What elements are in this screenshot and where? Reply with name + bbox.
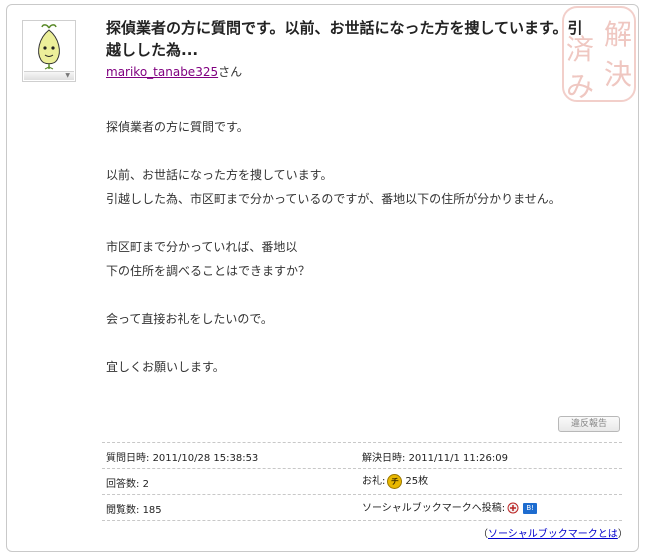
asked-date: 質問日時: 2011/10/28 15:38:53 <box>106 449 258 464</box>
resolved-date: 解決日時: 2011/11/1 11:26:09 <box>362 449 508 464</box>
body-line: 市区町まで分かっていれば、番地以 <box>106 240 298 254</box>
paren-open: （ <box>478 529 488 540</box>
info-row: 質問日時: 2011/10/28 15:38:53 解決日時: 2011/11/… <box>102 442 622 468</box>
report-button[interactable]: 違反報告 <box>558 416 620 432</box>
reward-label: お礼: <box>362 476 386 487</box>
chiebukuro-coin-icon: チ <box>387 473 403 489</box>
hatena-bookmark-icon[interactable]: B! <box>523 502 538 514</box>
view-count: 閲覧数: 185 <box>106 501 162 516</box>
body-spacer <box>106 283 616 307</box>
social-bookmark: ソーシャルブックマークへ投稿: B! <box>362 499 538 514</box>
avatar-character-icon <box>38 24 60 70</box>
social-label: ソーシャルブックマークへ投稿: <box>362 503 506 514</box>
paren-close: ） <box>617 529 628 540</box>
yahoo-bookmark-icon[interactable] <box>507 502 519 514</box>
social-bookmark-help: （ソーシャルブックマークとは） <box>478 525 628 540</box>
answers-value: 2 <box>142 479 149 490</box>
views-label: 閲覧数: <box>106 505 140 516</box>
asker-line: mariko_tanabe325さん <box>106 63 242 80</box>
views-value: 185 <box>142 505 162 516</box>
avatar-menu-toggle[interactable]: ▼ <box>24 71 74 80</box>
body-spacer <box>106 139 616 163</box>
asker-name-link[interactable]: mariko_tanabe325 <box>106 65 218 79</box>
asked-value: 2011/10/28 15:38:53 <box>152 453 259 464</box>
resolved-value: 2011/11/1 11:26:09 <box>408 453 508 464</box>
info-row: 回答数: 2 お礼: チ 25枚 <box>102 468 622 494</box>
reward-value: 25枚 <box>405 476 429 487</box>
info-row: 閲覧数: 185 ソーシャルブックマークへ投稿: B! <box>102 494 622 521</box>
social-bookmark-help-link[interactable]: ソーシャルブックマークとは <box>488 529 618 540</box>
body-line: 以前、お世話になった方を捜しています。 <box>106 168 333 182</box>
asked-label: 質問日時: <box>106 453 150 464</box>
asker-suffix: さん <box>218 65 243 79</box>
body-line: 会って直接お礼をしたいので。 <box>106 312 273 326</box>
question-info-table: 質問日時: 2011/10/28 15:38:53 解決日時: 2011/11/… <box>102 442 622 521</box>
resolved-label: 解決日時: <box>362 453 406 464</box>
question-title: 探偵業者の方に質問です。以前、お世話になった方を捜しています。引越しした為... <box>106 19 583 59</box>
answers-label: 回答数: <box>106 479 140 490</box>
caret-down-icon: ▼ <box>65 72 70 79</box>
body-line: 下の住所を調べることはできますか？ <box>106 264 311 278</box>
question-body: 探偵業者の方に質問です。以前、お世話になった方を捜しています。引越しした為、市区… <box>106 115 616 379</box>
body-line: 探偵業者の方に質問です。 <box>106 120 249 134</box>
answer-count: 回答数: 2 <box>106 475 149 490</box>
body-spacer <box>106 211 616 235</box>
body-spacer <box>106 331 616 355</box>
reward: お礼: チ 25枚 <box>362 472 428 489</box>
asker-avatar[interactable]: ▼ <box>22 20 76 82</box>
body-line: 宜しくお願いします。 <box>106 360 225 374</box>
body-line: 引越しした為、市区町まで分かっているのですが、番地以下の住所が分かりません。 <box>106 192 561 206</box>
